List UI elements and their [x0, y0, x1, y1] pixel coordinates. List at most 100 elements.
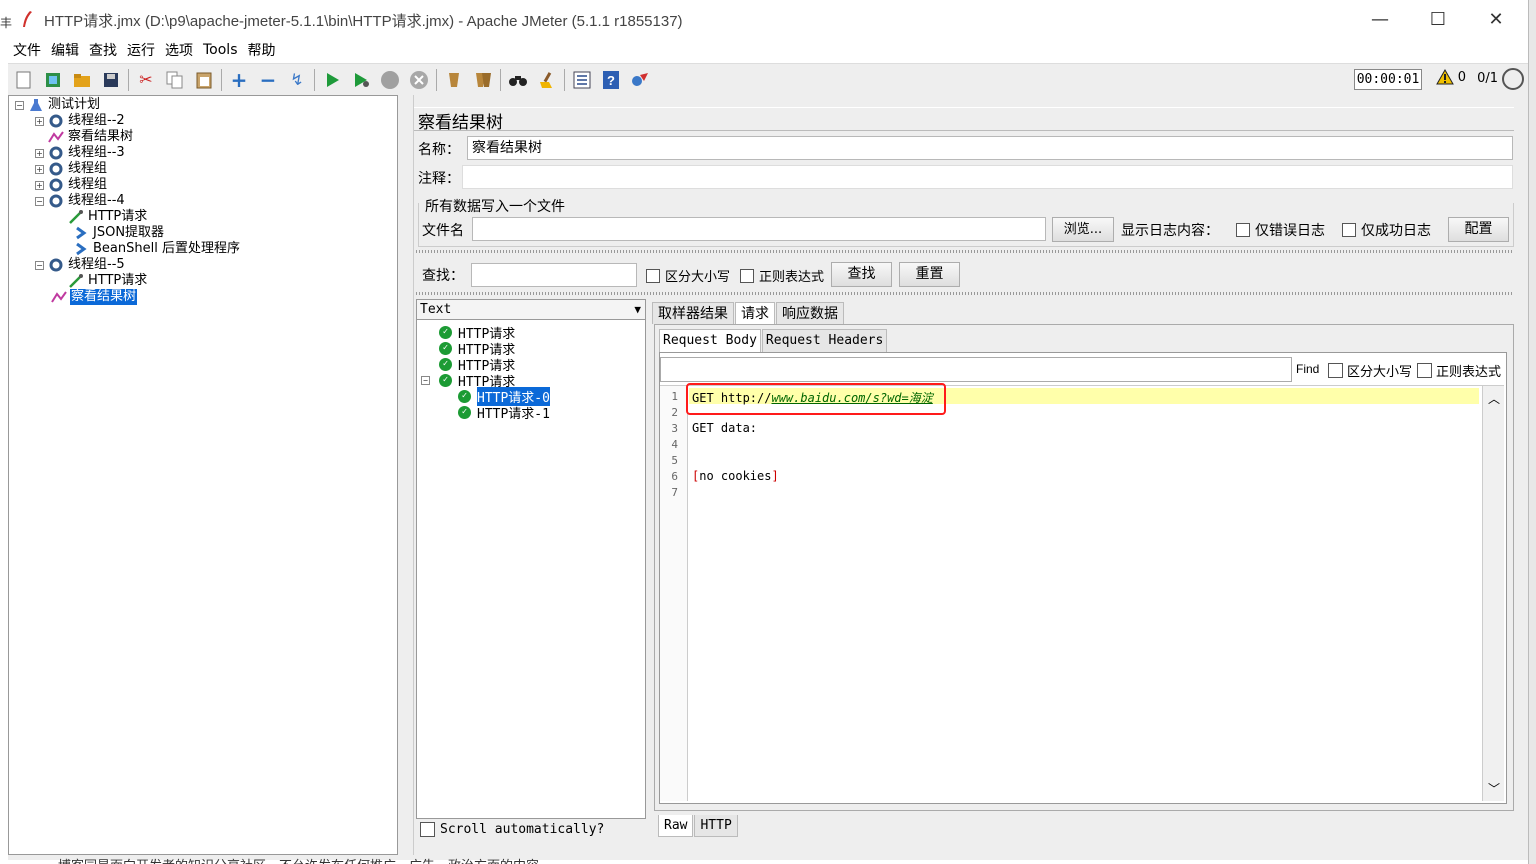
tree-node-thread-group[interactable]: + 线程组--2: [35, 113, 126, 129]
menu-tools[interactable]: Tools: [198, 42, 243, 58]
shutdown-icon[interactable]: [407, 68, 431, 92]
menu-search[interactable]: 查找: [84, 40, 122, 60]
find-button[interactable]: 查找: [831, 262, 892, 287]
tree-node-thread-group[interactable]: − 线程组--5: [35, 257, 126, 273]
start-no-pause-icon[interactable]: [349, 68, 373, 92]
expand-toggle[interactable]: +: [35, 164, 44, 174]
remote-status-icon[interactable]: [1502, 68, 1524, 90]
open-icon[interactable]: [70, 68, 94, 92]
success-check-icon: ✓: [439, 325, 452, 339]
scroll-down-icon[interactable]: ﹀: [1488, 780, 1500, 797]
request-sub-tabs: Request Body Request Headers: [659, 329, 888, 352]
filename-field[interactable]: [472, 217, 1046, 241]
comment-label: 注释：: [418, 171, 460, 187]
toolbar: ✂ + − ↯ ? 00:00:01 0 0/1: [8, 63, 1528, 95]
collapse-icon[interactable]: −: [256, 68, 280, 92]
line-number: 1: [671, 390, 678, 403]
new-icon[interactable]: [12, 68, 36, 92]
tree-node-http-sampler[interactable]: HTTP请求: [68, 209, 148, 225]
splitter[interactable]: [416, 292, 1514, 295]
tree-node-test-plan[interactable]: − 测试计划: [15, 97, 101, 113]
request-body-editor[interactable]: 1 2 3 4 5 6 7 GET http://www.baidu.com/s…: [660, 383, 1504, 801]
search-input[interactable]: [471, 263, 637, 287]
gear-icon: [49, 114, 63, 128]
reset-search-icon[interactable]: [535, 68, 559, 92]
errors-only-checkbox[interactable]: 仅错误日志: [1236, 220, 1325, 240]
search-icon[interactable]: [506, 68, 530, 92]
menu-help[interactable]: 帮助: [243, 40, 281, 60]
expand-toggle[interactable]: +: [35, 148, 44, 158]
tree-label: 线程组--4: [68, 193, 125, 208]
expand-toggle[interactable]: +: [35, 116, 44, 126]
menu-options[interactable]: 选项: [160, 40, 198, 60]
chevron-down-icon: ▼: [634, 303, 641, 316]
tab-response-data[interactable]: 响应数据: [776, 302, 844, 324]
browse-button[interactable]: 浏览...: [1052, 217, 1114, 242]
find-case-checkbox[interactable]: 区分大小写: [1328, 361, 1412, 380]
templates-icon[interactable]: [41, 68, 65, 92]
start-icon[interactable]: [320, 68, 344, 92]
maximize-button[interactable]: ☐: [1418, 6, 1458, 32]
checkbox-label: 区分大小写: [1347, 365, 1413, 380]
find-regex-checkbox[interactable]: 正则表达式: [1417, 361, 1501, 380]
regex-checkbox[interactable]: 正则表达式: [740, 266, 824, 285]
tree-node-thread-group[interactable]: + 线程组: [35, 177, 108, 193]
gear-icon: [49, 162, 63, 176]
collapse-toggle[interactable]: −: [35, 260, 44, 270]
pipette-icon: [69, 274, 83, 288]
tree-node-thread-group[interactable]: + 线程组: [35, 161, 108, 177]
tab-http[interactable]: HTTP: [694, 815, 738, 837]
line-number: 7: [671, 486, 678, 499]
tree-node-json-extractor[interactable]: JSON提取器: [73, 225, 165, 241]
tree-node-results-tree-selected[interactable]: 察看结果树: [51, 289, 138, 305]
toggle-icon[interactable]: ↯: [285, 68, 309, 92]
clear-icon[interactable]: [442, 68, 466, 92]
cut-icon[interactable]: ✂: [134, 68, 158, 92]
request-detail-frame: Request Body Request Headers Find 区分大小写 …: [654, 324, 1514, 811]
success-check-icon: ✓: [439, 357, 452, 371]
expand-icon[interactable]: +: [227, 68, 251, 92]
clear-all-icon[interactable]: [471, 68, 495, 92]
save-icon[interactable]: [99, 68, 123, 92]
menu-run[interactable]: 运行: [122, 40, 160, 60]
tab-request[interactable]: 请求: [735, 302, 775, 324]
close-button[interactable]: ✕: [1476, 6, 1516, 32]
splitter[interactable]: [416, 250, 1514, 253]
menu-file[interactable]: 文件: [8, 40, 46, 60]
find-input[interactable]: [660, 357, 1292, 382]
tree-node-beanshell-postprocessor[interactable]: BeanShell 后置处理程序: [73, 241, 241, 257]
warning-counter[interactable]: 0: [1435, 69, 1466, 85]
result-subitem[interactable]: ✓ HTTP请求-1: [458, 404, 550, 422]
name-field[interactable]: 察看结果树: [467, 136, 1513, 160]
tree-node-http-sampler[interactable]: HTTP请求: [68, 273, 148, 289]
function-helper-icon[interactable]: [570, 68, 594, 92]
collapse-toggle[interactable]: −: [421, 375, 430, 385]
stop-icon[interactable]: [378, 68, 402, 92]
detail-tabs: 取样器结果 请求 响应数据: [652, 302, 845, 324]
collapse-toggle[interactable]: −: [35, 196, 44, 206]
case-sensitive-checkbox[interactable]: 区分大小写: [646, 266, 730, 285]
renderer-select[interactable]: Text ▼: [417, 300, 645, 320]
paste-icon[interactable]: [192, 68, 216, 92]
menu-edit[interactable]: 编辑: [46, 40, 84, 60]
reset-button[interactable]: 重置: [899, 262, 960, 287]
tree-node-results-tree[interactable]: 察看结果树: [48, 129, 134, 145]
tab-raw[interactable]: Raw: [658, 815, 694, 837]
tab-sampler-result[interactable]: 取样器结果: [652, 302, 734, 324]
tree-node-thread-group[interactable]: + 线程组--3: [35, 145, 126, 161]
expand-toggle[interactable]: +: [35, 180, 44, 190]
tab-request-headers[interactable]: Request Headers: [761, 329, 888, 352]
scroll-automatically-checkbox[interactable]: Scroll automatically?: [420, 822, 604, 837]
configure-button[interactable]: 配置: [1448, 217, 1509, 242]
help-icon[interactable]: ?: [599, 68, 623, 92]
copy-icon[interactable]: [163, 68, 187, 92]
vertical-scrollbar[interactable]: ︿ ﹀: [1482, 386, 1504, 801]
success-only-checkbox[interactable]: 仅成功日志: [1342, 220, 1431, 240]
tab-request-body[interactable]: Request Body: [659, 329, 761, 352]
tree-node-thread-group[interactable]: − 线程组--4: [35, 193, 126, 209]
scroll-up-icon[interactable]: ︿: [1488, 390, 1500, 407]
comment-field[interactable]: [462, 165, 1513, 189]
remote-start-icon[interactable]: [628, 68, 652, 92]
collapse-toggle[interactable]: −: [15, 100, 24, 110]
minimize-button[interactable]: —: [1360, 6, 1400, 32]
